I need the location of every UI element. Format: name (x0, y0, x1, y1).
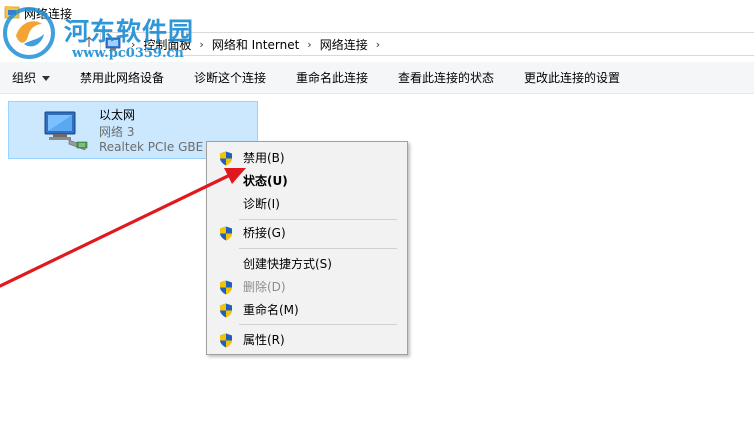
context-menu: 禁用(B) 状态(U) 诊断(I) 桥接(G) 创建快捷方式(S) 删除(D) … (206, 141, 408, 355)
menu-separator (239, 219, 397, 220)
window-title: 网络连接 (24, 7, 73, 21)
menu-item-label: 桥接(G) (243, 226, 286, 240)
menu-item-label: 状态(U) (243, 174, 288, 188)
menu-item-diagnose[interactable]: 诊断(I) (209, 193, 405, 215)
menu-item-label: 属性(R) (243, 333, 285, 347)
up-arrow-icon[interactable]: ↑ (82, 34, 96, 52)
address-bar-area: ↑ › 控制面板 › 网络和 Internet › 网络连接 › (0, 28, 754, 60)
uac-shield-icon (220, 280, 232, 295)
chevron-right-icon[interactable]: › (301, 38, 317, 51)
dropdown-caret-icon (42, 76, 51, 81)
menu-item-create-shortcut[interactable]: 创建快捷方式(S) (209, 253, 405, 275)
organize-label: 组织 (12, 71, 37, 85)
uac-shield-icon (220, 226, 232, 241)
rename-connection-button[interactable]: 重命名此连接 (296, 62, 368, 94)
uac-shield-icon (220, 303, 232, 318)
network-folder-icon (4, 6, 20, 19)
menu-item-rename[interactable]: 重命名(M) (209, 299, 405, 321)
breadcrumb-control-panel[interactable]: 控制面板 (141, 36, 193, 53)
chevron-right-icon[interactable]: › (125, 38, 141, 51)
adapter-network: 网络 3 (99, 125, 135, 139)
command-toolbar: 组织 禁用此网络设备 诊断这个连接 重命名此连接 查看此连接的状态 更改此连接的… (0, 62, 754, 94)
menu-item-properties[interactable]: 属性(R) (209, 329, 405, 351)
diagnose-connection-button[interactable]: 诊断这个连接 (194, 62, 266, 94)
menu-item-delete[interactable]: 删除(D) (209, 276, 405, 298)
view-status-button[interactable]: 查看此连接的状态 (398, 62, 494, 94)
menu-separator (239, 248, 397, 249)
menu-item-disable[interactable]: 禁用(B) (209, 147, 405, 169)
menu-item-label: 删除(D) (243, 280, 286, 294)
chevron-right-icon[interactable]: › (193, 38, 209, 51)
menu-separator (239, 324, 397, 325)
menu-item-label: 诊断(I) (243, 197, 280, 211)
change-settings-button[interactable]: 更改此连接的设置 (524, 62, 620, 94)
address-bar[interactable]: › 控制面板 › 网络和 Internet › 网络连接 › (100, 32, 754, 56)
chevron-right-icon[interactable]: › (370, 38, 386, 51)
uac-shield-icon (220, 151, 232, 166)
breadcrumb: › 控制面板 › 网络和 Internet › 网络连接 › (125, 36, 386, 52)
adapter-name: 以太网 (99, 108, 136, 122)
menu-item-label: 重命名(M) (243, 303, 299, 317)
title-bar: 网络连接 (0, 0, 754, 28)
organize-button[interactable]: 组织 (12, 62, 51, 94)
menu-item-label: 创建快捷方式(S) (243, 257, 332, 271)
menu-item-bridge[interactable]: 桥接(G) (209, 222, 405, 244)
breadcrumb-network-internet[interactable]: 网络和 Internet (210, 36, 301, 53)
menu-item-label: 禁用(B) (243, 151, 285, 165)
control-panel-icon (105, 37, 121, 50)
breadcrumb-network-connections[interactable]: 网络连接 (318, 36, 370, 53)
uac-shield-icon (220, 333, 232, 348)
network-adapter-icon (44, 111, 88, 151)
menu-item-status[interactable]: 状态(U) (209, 170, 405, 192)
disable-device-button[interactable]: 禁用此网络设备 (80, 62, 164, 94)
